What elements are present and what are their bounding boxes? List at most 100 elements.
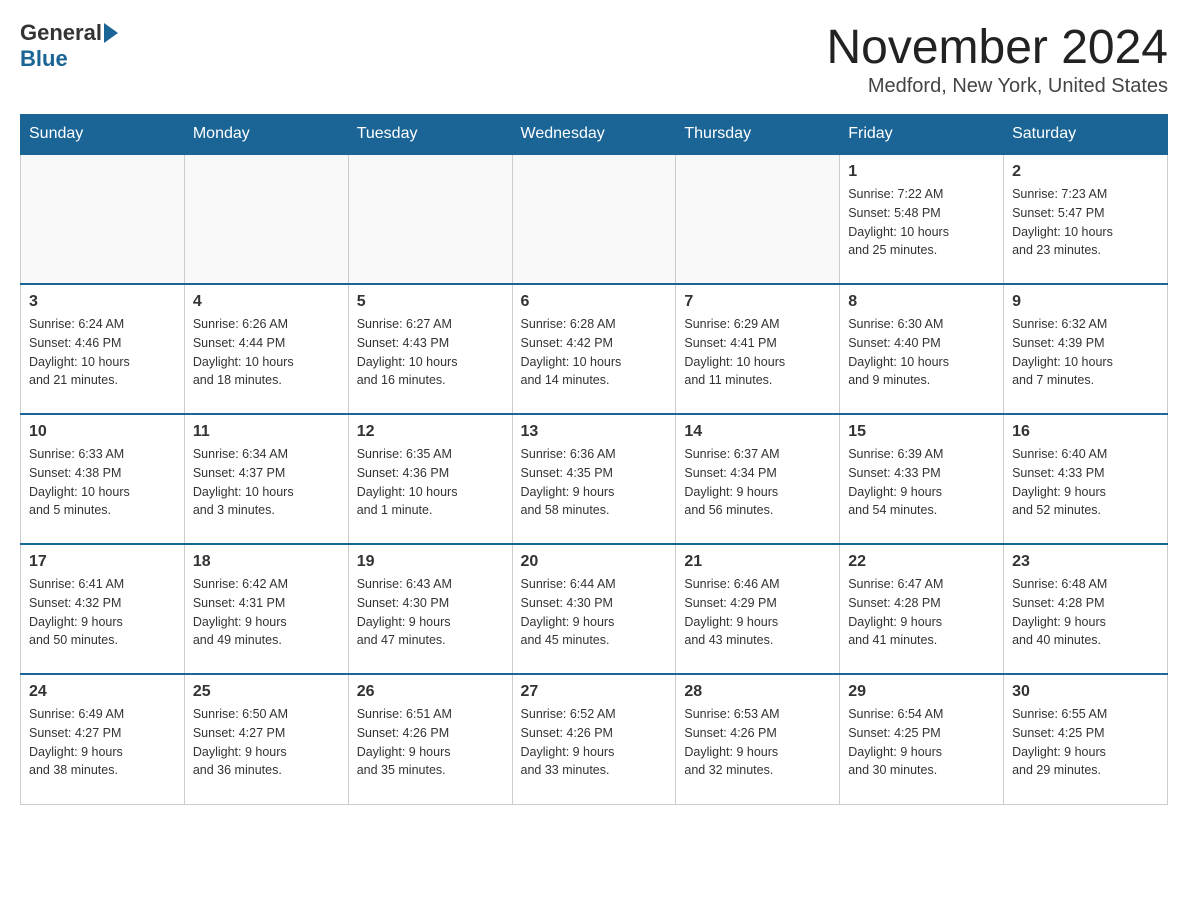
calendar-week-row: 1 Sunrise: 7:22 AM Sunset: 5:48 PM Daylig… (21, 154, 1168, 284)
day-number: 2 (1012, 163, 1159, 181)
calendar-cell (348, 154, 512, 284)
day-info: Sunrise: 6:51 AM Sunset: 4:26 PM Dayligh… (357, 705, 504, 780)
day-info: Sunrise: 6:55 AM Sunset: 4:25 PM Dayligh… (1012, 705, 1159, 780)
calendar-cell: 4 Sunrise: 6:26 AM Sunset: 4:44 PM Daylig… (184, 284, 348, 414)
weekday-header-monday: Monday (184, 115, 348, 155)
day-number: 8 (848, 293, 995, 311)
day-info: Sunrise: 6:48 AM Sunset: 4:28 PM Dayligh… (1012, 575, 1159, 650)
day-info: Sunrise: 6:29 AM Sunset: 4:41 PM Dayligh… (684, 315, 831, 390)
logo: General Blue (20, 20, 120, 72)
calendar-week-row: 3 Sunrise: 6:24 AM Sunset: 4:46 PM Daylig… (21, 284, 1168, 414)
day-number: 12 (357, 423, 504, 441)
calendar-cell: 26 Sunrise: 6:51 AM Sunset: 4:26 PM Dayli… (348, 674, 512, 804)
day-number: 11 (193, 423, 340, 441)
calendar-cell: 29 Sunrise: 6:54 AM Sunset: 4:25 PM Dayli… (840, 674, 1004, 804)
day-info: Sunrise: 6:42 AM Sunset: 4:31 PM Dayligh… (193, 575, 340, 650)
calendar-cell: 18 Sunrise: 6:42 AM Sunset: 4:31 PM Dayli… (184, 544, 348, 674)
calendar-cell: 28 Sunrise: 6:53 AM Sunset: 4:26 PM Dayli… (676, 674, 840, 804)
day-number: 14 (684, 423, 831, 441)
day-info: Sunrise: 6:36 AM Sunset: 4:35 PM Dayligh… (521, 445, 668, 520)
calendar-week-row: 10 Sunrise: 6:33 AM Sunset: 4:38 PM Dayli… (21, 414, 1168, 544)
weekday-header-friday: Friday (840, 115, 1004, 155)
calendar-cell: 13 Sunrise: 6:36 AM Sunset: 4:35 PM Dayli… (512, 414, 676, 544)
day-number: 23 (1012, 553, 1159, 571)
day-info: Sunrise: 6:37 AM Sunset: 4:34 PM Dayligh… (684, 445, 831, 520)
day-number: 28 (684, 683, 831, 701)
calendar-cell: 27 Sunrise: 6:52 AM Sunset: 4:26 PM Dayli… (512, 674, 676, 804)
day-info: Sunrise: 6:52 AM Sunset: 4:26 PM Dayligh… (521, 705, 668, 780)
day-info: Sunrise: 6:28 AM Sunset: 4:42 PM Dayligh… (521, 315, 668, 390)
calendar-cell: 10 Sunrise: 6:33 AM Sunset: 4:38 PM Dayli… (21, 414, 185, 544)
calendar-cell: 7 Sunrise: 6:29 AM Sunset: 4:41 PM Daylig… (676, 284, 840, 414)
calendar-cell: 15 Sunrise: 6:39 AM Sunset: 4:33 PM Dayli… (840, 414, 1004, 544)
day-info: Sunrise: 6:32 AM Sunset: 4:39 PM Dayligh… (1012, 315, 1159, 390)
day-info: Sunrise: 6:54 AM Sunset: 4:25 PM Dayligh… (848, 705, 995, 780)
day-number: 5 (357, 293, 504, 311)
day-number: 29 (848, 683, 995, 701)
day-number: 1 (848, 163, 995, 181)
day-number: 10 (29, 423, 176, 441)
day-info: Sunrise: 7:23 AM Sunset: 5:47 PM Dayligh… (1012, 185, 1159, 260)
day-number: 3 (29, 293, 176, 311)
day-info: Sunrise: 6:33 AM Sunset: 4:38 PM Dayligh… (29, 445, 176, 520)
calendar-cell: 24 Sunrise: 6:49 AM Sunset: 4:27 PM Dayli… (21, 674, 185, 804)
day-info: Sunrise: 6:53 AM Sunset: 4:26 PM Dayligh… (684, 705, 831, 780)
day-info: Sunrise: 6:35 AM Sunset: 4:36 PM Dayligh… (357, 445, 504, 520)
logo-general-text: General (20, 20, 102, 46)
day-info: Sunrise: 6:39 AM Sunset: 4:33 PM Dayligh… (848, 445, 995, 520)
day-number: 24 (29, 683, 176, 701)
day-number: 13 (521, 423, 668, 441)
day-number: 18 (193, 553, 340, 571)
title-block: November 2024 Medford, New York, United … (826, 20, 1168, 98)
calendar-cell: 14 Sunrise: 6:37 AM Sunset: 4:34 PM Dayli… (676, 414, 840, 544)
day-number: 17 (29, 553, 176, 571)
day-number: 22 (848, 553, 995, 571)
calendar-table: SundayMondayTuesdayWednesdayThursdayFrid… (20, 114, 1168, 805)
weekday-header-wednesday: Wednesday (512, 115, 676, 155)
calendar-cell: 2 Sunrise: 7:23 AM Sunset: 5:47 PM Daylig… (1004, 154, 1168, 284)
calendar-cell: 9Sunrise: 6:32 AM Sunset: 4:39 PM Daylig… (1004, 284, 1168, 414)
calendar-cell: 3 Sunrise: 6:24 AM Sunset: 4:46 PM Daylig… (21, 284, 185, 414)
calendar-cell: 25Sunrise: 6:50 AM Sunset: 4:27 PM Dayli… (184, 674, 348, 804)
calendar-cell: 30 Sunrise: 6:55 AM Sunset: 4:25 PM Dayli… (1004, 674, 1168, 804)
day-number: 27 (521, 683, 668, 701)
calendar-title: November 2024 (826, 20, 1168, 75)
day-number: 26 (357, 683, 504, 701)
weekday-header-thursday: Thursday (676, 115, 840, 155)
calendar-cell (676, 154, 840, 284)
calendar-cell (512, 154, 676, 284)
day-number: 7 (684, 293, 831, 311)
calendar-cell: 19Sunrise: 6:43 AM Sunset: 4:30 PM Dayli… (348, 544, 512, 674)
calendar-cell: 23 Sunrise: 6:48 AM Sunset: 4:28 PM Dayli… (1004, 544, 1168, 674)
day-info: Sunrise: 6:26 AM Sunset: 4:44 PM Dayligh… (193, 315, 340, 390)
day-info: Sunrise: 6:27 AM Sunset: 4:43 PM Dayligh… (357, 315, 504, 390)
calendar-cell: 11 Sunrise: 6:34 AM Sunset: 4:37 PM Dayli… (184, 414, 348, 544)
day-number: 6 (521, 293, 668, 311)
day-info: Sunrise: 6:49 AM Sunset: 4:27 PM Dayligh… (29, 705, 176, 780)
calendar-cell: 12 Sunrise: 6:35 AM Sunset: 4:36 PM Dayli… (348, 414, 512, 544)
calendar-cell: 1 Sunrise: 7:22 AM Sunset: 5:48 PM Daylig… (840, 154, 1004, 284)
day-info: Sunrise: 6:40 AM Sunset: 4:33 PM Dayligh… (1012, 445, 1159, 520)
day-number: 15 (848, 423, 995, 441)
calendar-cell: 22Sunrise: 6:47 AM Sunset: 4:28 PM Dayli… (840, 544, 1004, 674)
weekday-header-sunday: Sunday (21, 115, 185, 155)
page-header: General Blue November 2024 Medford, New … (20, 20, 1168, 98)
day-number: 30 (1012, 683, 1159, 701)
weekday-header-tuesday: Tuesday (348, 115, 512, 155)
day-info: Sunrise: 6:46 AM Sunset: 4:29 PM Dayligh… (684, 575, 831, 650)
day-info: Sunrise: 6:34 AM Sunset: 4:37 PM Dayligh… (193, 445, 340, 520)
calendar-subtitle: Medford, New York, United States (826, 75, 1168, 98)
day-info: Sunrise: 6:41 AM Sunset: 4:32 PM Dayligh… (29, 575, 176, 650)
day-info: Sunrise: 6:50 AM Sunset: 4:27 PM Dayligh… (193, 705, 340, 780)
day-number: 20 (521, 553, 668, 571)
calendar-cell (184, 154, 348, 284)
calendar-cell: 16Sunrise: 6:40 AM Sunset: 4:33 PM Dayli… (1004, 414, 1168, 544)
logo-flag-icon (104, 23, 118, 43)
day-info: Sunrise: 6:43 AM Sunset: 4:30 PM Dayligh… (357, 575, 504, 650)
calendar-cell: 8Sunrise: 6:30 AM Sunset: 4:40 PM Daylig… (840, 284, 1004, 414)
weekday-header-row: SundayMondayTuesdayWednesdayThursdayFrid… (21, 115, 1168, 155)
day-info: Sunrise: 7:22 AM Sunset: 5:48 PM Dayligh… (848, 185, 995, 260)
calendar-cell: 17 Sunrise: 6:41 AM Sunset: 4:32 PM Dayli… (21, 544, 185, 674)
day-info: Sunrise: 6:24 AM Sunset: 4:46 PM Dayligh… (29, 315, 176, 390)
day-number: 4 (193, 293, 340, 311)
